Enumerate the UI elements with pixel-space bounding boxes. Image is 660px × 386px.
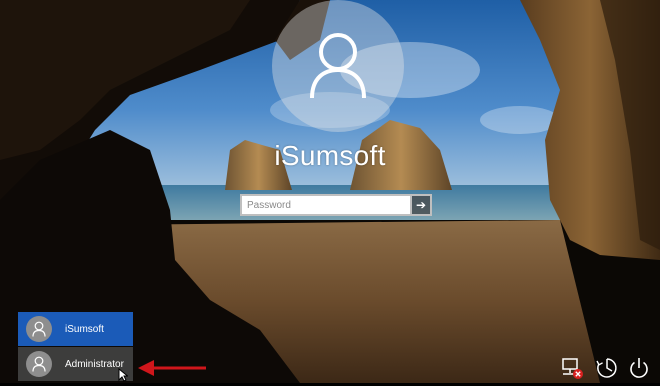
user-tile-isumsoft[interactable]: iSumsoft	[18, 312, 133, 346]
ease-of-access-icon[interactable]	[594, 355, 620, 381]
user-tile-administrator[interactable]: Administrator	[18, 347, 133, 381]
user-icon	[310, 33, 366, 99]
mouse-cursor-icon	[118, 368, 128, 382]
arrow-right-icon: ➔	[415, 198, 427, 212]
user-icon	[26, 351, 52, 377]
submit-button[interactable]: ➔	[410, 194, 432, 216]
user-avatar-large	[272, 0, 404, 132]
user-name: Administrator	[65, 358, 124, 370]
annotation-arrow-icon	[138, 360, 206, 376]
password-input[interactable]	[240, 194, 410, 216]
password-box: ➔	[240, 194, 432, 216]
user-switcher: iSumsoft Administrator	[18, 312, 133, 381]
power-icon[interactable]	[626, 355, 652, 381]
username-label: iSumsoft	[274, 140, 386, 171]
user-icon	[26, 316, 52, 342]
system-icons	[560, 355, 655, 381]
user-name: iSumsoft	[65, 323, 104, 335]
network-icon[interactable]	[560, 355, 586, 381]
